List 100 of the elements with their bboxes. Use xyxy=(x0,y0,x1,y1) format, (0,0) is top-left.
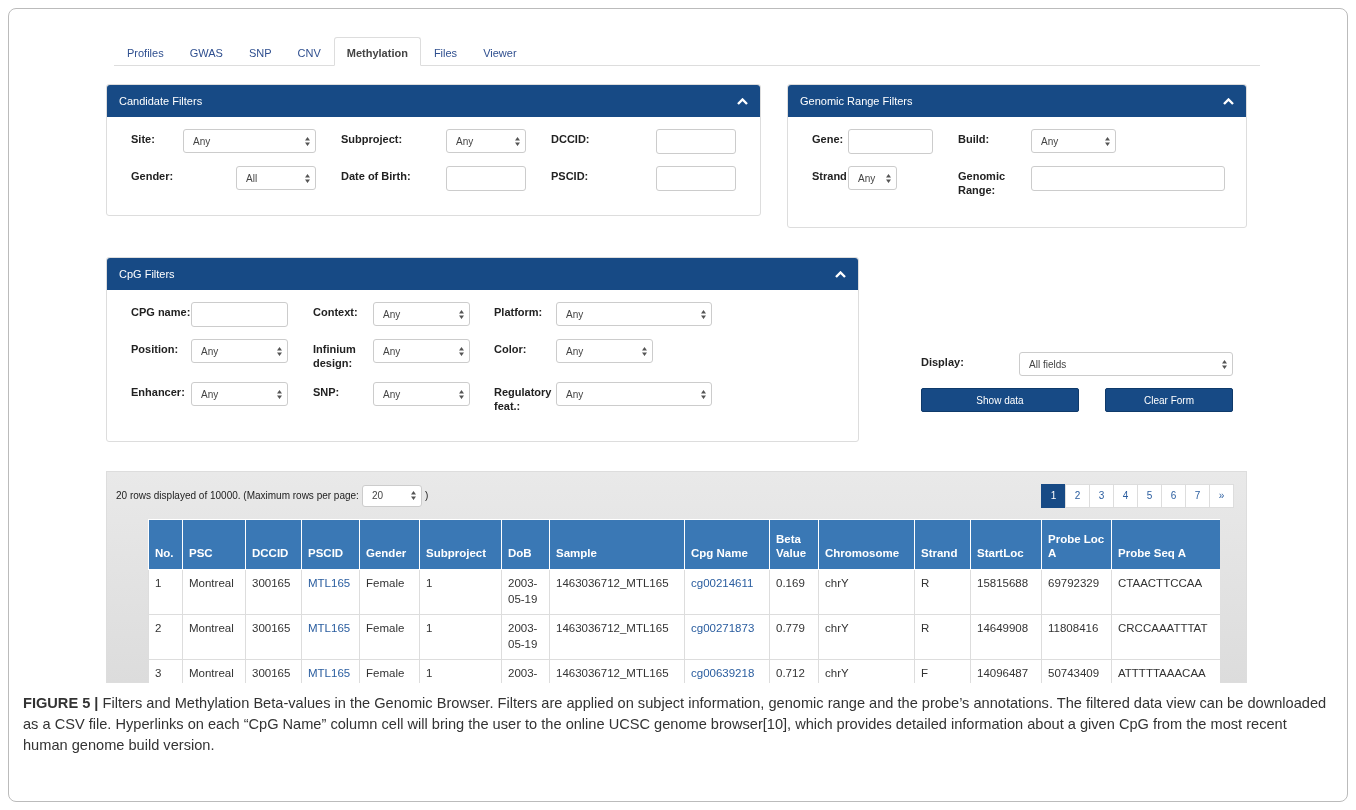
field-label: CPG name: xyxy=(131,305,191,319)
updown-arrows-icon xyxy=(701,389,706,399)
table-cell: 0.779 xyxy=(769,614,819,660)
select-field[interactable]: Any xyxy=(556,339,653,363)
column-header[interactable]: StartLoc xyxy=(970,519,1042,570)
table-cell: 300165 xyxy=(245,614,302,660)
input-field[interactable] xyxy=(1031,166,1225,191)
updown-arrows-icon xyxy=(410,491,416,500)
table-cell: 1 xyxy=(419,569,502,615)
panel-header[interactable]: Genomic Range Filters xyxy=(788,85,1246,117)
table-cell: R xyxy=(914,614,971,660)
table-cell: 14649908 xyxy=(970,614,1042,660)
table-cell: 2003-05-19 xyxy=(501,569,550,615)
chevron-up-icon[interactable] xyxy=(1223,97,1234,105)
column-header[interactable]: Strand xyxy=(914,519,971,570)
page-link[interactable]: 1 xyxy=(1041,483,1066,508)
chevron-up-icon[interactable] xyxy=(737,97,748,105)
column-header[interactable]: DCCID xyxy=(245,519,302,570)
select-field[interactable]: All fields xyxy=(1019,352,1233,376)
column-header[interactable]: PSCID xyxy=(301,519,360,570)
column-header[interactable]: Cpg Name xyxy=(684,519,770,570)
panel-title: Candidate Filters xyxy=(119,93,203,109)
input-field[interactable] xyxy=(191,302,288,327)
field-label: SNP: xyxy=(313,385,341,399)
updown-arrows-icon xyxy=(277,346,282,356)
select-field[interactable]: Any xyxy=(191,382,288,406)
updown-arrows-icon xyxy=(515,136,520,146)
table-link[interactable]: cg00214611 xyxy=(684,569,770,615)
table-cell: 15815688 xyxy=(970,569,1042,615)
select-field[interactable]: Any xyxy=(373,302,470,326)
page-link[interactable]: 7 xyxy=(1185,483,1210,508)
field-label: Date of Birth: xyxy=(341,169,412,183)
select-field[interactable]: Any xyxy=(556,302,712,326)
table-link[interactable]: cg00271873 xyxy=(684,614,770,660)
column-header[interactable]: Chromosome xyxy=(818,519,915,570)
figure-caption: FIGURE 5 | Filters and Methylation Beta-values in the Genomic Browser. Filters are applied on subject information, genomic range and the probe’s annotations. The filtered data view can be downloaded as a CSV file. Hyperlinks on each “CpG Name” column cell will bring the user to the online UCSC genome browser[10], which provides detailed information about a given CpG from the most recent human genome build version. xyxy=(22,694,1328,755)
results-info: ) xyxy=(424,489,429,503)
table-cell: chrY xyxy=(818,614,915,660)
column-header[interactable]: No. xyxy=(148,519,183,570)
field-label: DCCID: xyxy=(551,132,591,146)
table-link[interactable]: MTL165 xyxy=(301,614,360,660)
tab[interactable]: GWAS xyxy=(176,37,236,66)
table-cell: 1463036712_MTL165 xyxy=(549,569,685,615)
tab[interactable]: Viewer xyxy=(470,37,530,66)
panel-header[interactable]: Candidate Filters xyxy=(107,85,760,117)
page-link[interactable]: 2 xyxy=(1065,483,1090,508)
updown-arrows-icon xyxy=(277,389,282,399)
tab[interactable]: Files xyxy=(420,37,471,66)
tab[interactable]: Profiles xyxy=(114,37,177,66)
updown-arrows-icon xyxy=(886,173,891,183)
select-field[interactable]: All xyxy=(236,166,316,190)
input-field[interactable] xyxy=(848,129,933,154)
page-size-select[interactable]: 20 xyxy=(361,484,422,507)
field-label: Subproject: xyxy=(341,132,404,146)
field-label: Site: xyxy=(131,132,156,146)
page-link[interactable]: 6 xyxy=(1161,483,1186,508)
clear-form-button[interactable]: Clear Form xyxy=(1105,388,1233,412)
page-link[interactable]: 5 xyxy=(1137,483,1162,508)
input-field[interactable] xyxy=(656,129,736,154)
panel-header[interactable]: CpG Filters xyxy=(107,258,858,290)
select-field[interactable]: Any xyxy=(848,166,897,190)
column-header[interactable]: Subproject xyxy=(419,519,502,570)
table-link[interactable]: MTL165 xyxy=(301,569,360,615)
select-field[interactable]: Any xyxy=(1031,129,1116,153)
select-field[interactable]: Any xyxy=(191,339,288,363)
table-cell: 3 xyxy=(148,659,183,683)
select-field[interactable]: Any xyxy=(373,382,470,406)
table-cell: 300165 xyxy=(245,569,302,615)
column-header[interactable]: DoB xyxy=(501,519,550,570)
page-link[interactable]: 4 xyxy=(1113,483,1138,508)
column-header[interactable]: Gender xyxy=(359,519,420,570)
page-link[interactable]: » xyxy=(1209,483,1234,508)
show-data-button[interactable]: Show data xyxy=(921,388,1079,412)
field-label: Position: xyxy=(131,342,180,356)
field-label: Enhancer: xyxy=(131,385,186,399)
panel-title: CpG Filters xyxy=(119,266,175,282)
column-header[interactable]: Probe Seq A xyxy=(1111,519,1220,570)
select-field[interactable]: Any xyxy=(556,382,712,406)
table-cell: Female xyxy=(359,569,420,615)
updown-arrows-icon xyxy=(642,346,647,356)
page-link[interactable]: 3 xyxy=(1089,483,1114,508)
input-field[interactable] xyxy=(446,166,526,191)
tab[interactable]: Methylation xyxy=(333,37,421,66)
select-field[interactable]: Any xyxy=(183,129,316,153)
column-header[interactable]: Probe Loc A xyxy=(1041,519,1112,570)
field-label: PSCID: xyxy=(551,169,590,183)
table-cell: 1463036712_MTL165 xyxy=(549,614,685,660)
input-field[interactable] xyxy=(656,166,736,191)
field-label: Infinium design: xyxy=(313,342,357,370)
select-field[interactable]: Any xyxy=(373,339,470,363)
updown-arrows-icon xyxy=(459,346,464,356)
tab[interactable]: CNV xyxy=(284,37,334,66)
table-cell: 69792329 xyxy=(1041,569,1112,615)
column-header[interactable]: Beta Value xyxy=(769,519,819,570)
chevron-up-icon[interactable] xyxy=(835,270,846,278)
column-header[interactable]: PSC xyxy=(182,519,246,570)
column-header[interactable]: Sample xyxy=(549,519,685,570)
select-field[interactable]: Any xyxy=(446,129,526,153)
field-label: Genomic Range: xyxy=(958,169,1007,197)
tab[interactable]: SNP xyxy=(235,37,285,66)
